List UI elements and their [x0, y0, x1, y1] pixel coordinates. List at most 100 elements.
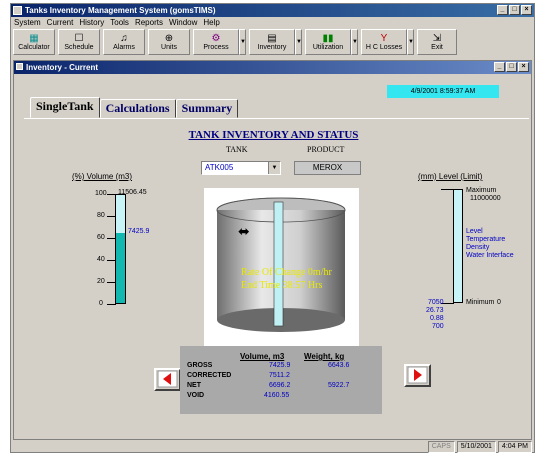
arrow-right-icon	[407, 366, 428, 384]
end-time-text: End Time 38:57 Hrs	[241, 280, 323, 291]
row-label-corrected: CORRECTED	[187, 372, 232, 379]
hc-losses-dropdown-arrow[interactable]: ▼	[407, 29, 414, 55]
menu-bar: System Current History Tools Reports Win…	[11, 17, 537, 28]
volume-tick-80: 80	[97, 212, 105, 219]
tab-strip: SingleTank Calculations Summary	[30, 97, 239, 118]
status-time: 4:04 PM	[497, 441, 532, 453]
previous-tank-button[interactable]	[154, 368, 181, 391]
maximize-button[interactable]: □	[509, 5, 520, 15]
menu-history[interactable]: History	[79, 17, 104, 28]
inventory-button[interactable]: ▤ Inventory	[249, 29, 295, 55]
datetime-display: 4/9/2001 8:59:37 AM	[387, 85, 499, 98]
volume-tick-40: 40	[97, 256, 105, 263]
menu-tools[interactable]: Tools	[110, 17, 129, 28]
legend-density: Density	[466, 244, 490, 251]
product-label: PRODUCT	[307, 145, 345, 154]
inventory-titlebar: Inventory - Current _ □ ×	[14, 61, 531, 74]
menu-window[interactable]: Window	[169, 17, 197, 28]
volume-tick-60: 60	[97, 234, 105, 241]
volume-gauge-title: (%) Volume (m3)	[72, 172, 133, 181]
units-icon: ⊕	[164, 33, 174, 44]
utilization-dropdown-arrow[interactable]: ▼	[351, 29, 358, 55]
caps-indicator: CAPS	[427, 441, 455, 453]
process-button[interactable]: ⚙ Process	[193, 29, 239, 55]
close-button[interactable]: ×	[521, 5, 532, 15]
menu-current[interactable]: Current	[47, 17, 74, 28]
legend-water-interface: Water Interface	[466, 252, 514, 259]
void-volume: 4160.55	[264, 392, 290, 399]
volume-column-header: Volume, m3	[240, 352, 285, 361]
chevron-down-icon[interactable]: ▼	[268, 162, 280, 174]
volume-gauge-tube	[115, 194, 126, 304]
row-label-void: VOID	[187, 392, 205, 399]
menu-reports[interactable]: Reports	[135, 17, 163, 28]
tab-singletank[interactable]: SingleTank	[30, 97, 100, 118]
child-maximize-button[interactable]: □	[506, 62, 517, 72]
gross-volume: 7425.9	[269, 362, 291, 369]
calculator-button[interactable]: ▦ Calculator	[13, 29, 55, 55]
level-reading: 7050	[428, 299, 444, 306]
level-minimum-value: 0	[497, 299, 501, 306]
status-date: 5/10/2001	[456, 441, 496, 453]
losses-icon: Y	[380, 33, 388, 44]
water-interface-reading: 700	[432, 323, 444, 330]
child-minimize-button[interactable]: _	[494, 62, 505, 72]
tank-select[interactable]: ATK005 ▼	[201, 161, 281, 175]
volume-gauge-empty	[116, 195, 125, 233]
menu-help[interactable]: Help	[203, 17, 219, 28]
process-icon: ⚙	[211, 33, 221, 44]
temperature-reading: 26.73	[426, 307, 444, 314]
level-gauge-tube	[453, 189, 463, 303]
exit-button[interactable]: ⇲ Exit	[417, 29, 457, 55]
menu-system[interactable]: System	[14, 17, 41, 28]
page-heading: TANK INVENTORY AND STATUS	[188, 129, 359, 141]
net-volume: 6696.2	[269, 382, 291, 389]
alarms-button[interactable]: ♫ Alarms	[103, 29, 145, 55]
main-window: Tanks Inventory Management System (gomsT…	[10, 3, 535, 453]
volume-gauge-fill	[116, 233, 125, 303]
level-gauge-title: (mm) Level (Limit)	[418, 172, 483, 181]
volume-tick-20: 20	[97, 278, 105, 285]
row-label-net: NET	[187, 382, 201, 389]
net-weight: 5922.7	[328, 382, 350, 389]
product-display: MEROX	[294, 161, 361, 175]
app-titlebar: Tanks Inventory Management System (gomsT…	[11, 4, 534, 17]
minimize-button[interactable]: _	[497, 5, 508, 15]
units-button[interactable]: ⊕ Units	[148, 29, 190, 55]
level-maximum-value: 11000000	[470, 195, 501, 202]
utilization-button[interactable]: ▮▮ Utilization	[305, 29, 351, 55]
level-maximum-label: Maximum	[466, 187, 497, 194]
double-arrow-icon: ⬌	[238, 223, 250, 239]
process-dropdown-arrow[interactable]: ▼	[239, 29, 246, 55]
density-reading: 0.88	[430, 315, 444, 322]
window-icon	[16, 63, 23, 70]
volume-tick-100: 100	[95, 190, 107, 197]
child-close-button[interactable]: ×	[518, 62, 529, 72]
tab-summary[interactable]: Summary	[175, 99, 239, 118]
tick-line	[107, 304, 116, 305]
utilization-chart-icon: ▮▮	[322, 33, 334, 44]
row-label-gross: GROSS	[187, 362, 213, 369]
bell-icon: ♫	[120, 33, 128, 44]
app-icon	[13, 6, 22, 15]
inventory-table: Volume, m3 Weight, kg GROSS 7425.9 6643.…	[180, 346, 382, 414]
schedule-button[interactable]: ☐ Schedule	[58, 29, 100, 55]
app-title: Tanks Inventory Management System (gomsT…	[25, 6, 216, 15]
status-bar: CAPS 5/10/2001 4:04 PM	[11, 441, 534, 453]
next-tank-button[interactable]	[404, 364, 431, 387]
level-minimum-label: Minimum	[466, 299, 495, 306]
arrow-left-icon	[157, 370, 178, 388]
corrected-volume: 7511.2	[269, 372, 290, 379]
volume-tick-0: 0	[99, 300, 103, 307]
inventory-dropdown-arrow[interactable]: ▼	[295, 29, 302, 55]
tank-label: TANK	[226, 145, 248, 154]
inventory-icon: ▤	[267, 33, 277, 44]
rate-of-change-text: Rate Of Change 0m/hr	[241, 267, 332, 278]
exit-icon: ⇲	[432, 33, 442, 44]
tank-select-value: ATK005	[205, 163, 234, 172]
legend-temperature: Temperature	[466, 236, 506, 243]
schedule-icon: ☐	[74, 33, 84, 44]
hc-losses-button[interactable]: YH C Losses	[361, 29, 407, 55]
calculator-icon: ▦	[29, 33, 39, 44]
tab-calculations[interactable]: Calculations	[99, 99, 176, 118]
